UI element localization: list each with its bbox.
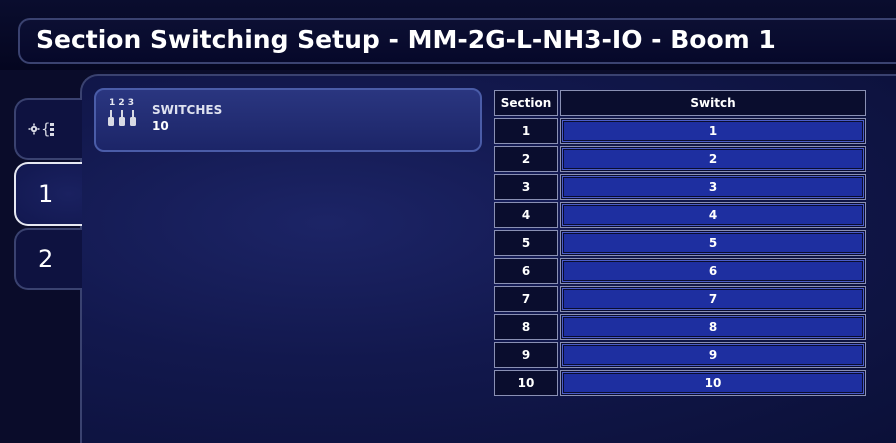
switch-cell: 8 [560, 314, 866, 340]
switches-icon: 1 2 3 [108, 98, 136, 126]
table-header-row: Section Switch [494, 90, 866, 116]
switch-assign-button[interactable]: 10 [562, 372, 864, 394]
table-row: 9 9 [494, 342, 866, 368]
tab-1-label: 1 [38, 180, 54, 208]
svg-text:{: { [41, 120, 51, 138]
section-number: 8 [494, 314, 558, 340]
table-row: 6 6 [494, 258, 866, 284]
switch-cell: 6 [560, 258, 866, 284]
settings-tab-icon: { [28, 119, 62, 139]
section-number: 1 [494, 118, 558, 144]
switch-cell: 4 [560, 202, 866, 228]
switch-cell: 9 [560, 342, 866, 368]
switch-cell: 2 [560, 146, 866, 172]
switch-assign-button[interactable]: 2 [562, 148, 864, 170]
switch-column-header: Switch [560, 90, 866, 116]
section-number: 5 [494, 230, 558, 256]
tab-2-label: 2 [38, 245, 54, 273]
switch-assign-button[interactable]: 1 [562, 120, 864, 142]
switches-icon-digits: 1 2 3 [109, 98, 134, 108]
switch-cell: 7 [560, 286, 866, 312]
section-number: 4 [494, 202, 558, 228]
switch-cell: 3 [560, 174, 866, 200]
switch-cell: 10 [560, 370, 866, 396]
table-row: 8 8 [494, 314, 866, 340]
table-row: 5 5 [494, 230, 866, 256]
switch-assign-button[interactable]: 8 [562, 316, 864, 338]
switch-assign-button[interactable]: 4 [562, 204, 864, 226]
section-number: 9 [494, 342, 558, 368]
section-switch-table: Section Switch 1 1 2 2 3 3 4 4 5 5 6 6 7 [492, 88, 868, 398]
tab-1[interactable]: 1 [14, 162, 82, 226]
section-column-header: Section [494, 90, 558, 116]
table-row: 4 4 [494, 202, 866, 228]
switch-assign-button[interactable]: 6 [562, 260, 864, 282]
section-number: 10 [494, 370, 558, 396]
switch-cell: 1 [560, 118, 866, 144]
switch-assign-button[interactable]: 7 [562, 288, 864, 310]
page-title: Section Switching Setup - MM-2G-L-NH3-IO… [36, 25, 776, 54]
tab-2[interactable]: 2 [14, 228, 82, 290]
switches-value: 10 [152, 119, 169, 133]
table-row: 3 3 [494, 174, 866, 200]
switch-assign-button[interactable]: 9 [562, 344, 864, 366]
table-row: 2 2 [494, 146, 866, 172]
table-row: 1 1 [494, 118, 866, 144]
switch-cell: 5 [560, 230, 866, 256]
section-number: 2 [494, 146, 558, 172]
switch-assign-button[interactable]: 5 [562, 232, 864, 254]
section-number: 7 [494, 286, 558, 312]
switch-assign-button[interactable]: 3 [562, 176, 864, 198]
section-number: 6 [494, 258, 558, 284]
switches-label: SWITCHES [152, 103, 223, 117]
section-number: 3 [494, 174, 558, 200]
table-row: 10 10 [494, 370, 866, 396]
table-row: 7 7 [494, 286, 866, 312]
tab-settings[interactable]: { [14, 98, 82, 160]
